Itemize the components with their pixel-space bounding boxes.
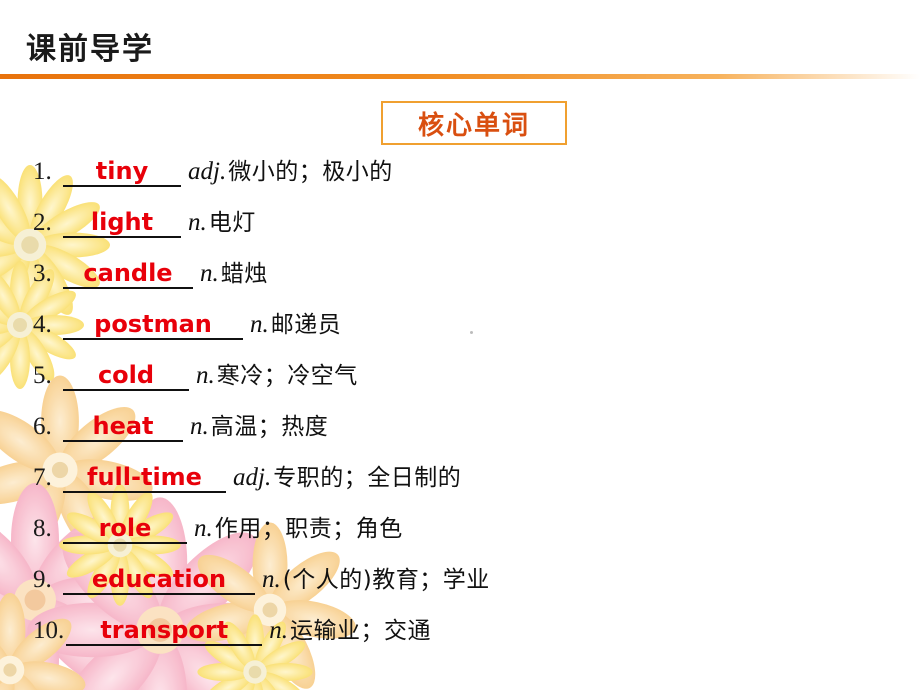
word-meaning: (个人的)教育；学业 [282, 567, 490, 593]
word-meaning: 高温；热度 [210, 414, 329, 440]
word-row: 5. cold n. 寒冷；冷空气 [0, 356, 920, 407]
part-of-speech: n. [190, 413, 209, 440]
word-number: 10. [33, 617, 65, 644]
part-of-speech: n. [194, 515, 213, 542]
word-row: 10. transport n. 运输业；交通 [0, 611, 920, 662]
word-row: 1. tiny adj. 微小的；极小的 [0, 152, 920, 203]
answer-blank: heat [63, 413, 183, 443]
page-header: 课前导学 [0, 0, 920, 82]
word-number: 9. [33, 566, 52, 593]
part-of-speech: adj. [233, 464, 272, 491]
word-meaning: 电灯 [208, 210, 256, 236]
word-row: 6. heat n. 高温；热度 [0, 407, 920, 458]
word-row: 9. education n. (个人的)教育；学业 [0, 560, 920, 611]
part-of-speech: n. [200, 260, 219, 287]
answer-blank: postman [63, 311, 243, 341]
section-badge-label: 核心单词 [417, 110, 530, 141]
header-divider [0, 74, 920, 79]
answer-blank: role [63, 515, 187, 545]
answer-blank: education [63, 566, 255, 596]
answer-blank: cold [63, 362, 189, 392]
answer-blank: full-time [63, 464, 226, 494]
word-number: 7. [33, 464, 52, 491]
part-of-speech: adj. [188, 158, 227, 185]
page-title: 课前导学 [26, 32, 154, 67]
stray-dot-mark [470, 331, 473, 334]
word-number: 1. [33, 158, 52, 185]
word-meaning: 蜡烛 [220, 261, 268, 287]
part-of-speech: n. [250, 311, 269, 338]
part-of-speech: n. [188, 209, 207, 236]
word-number: 8. [33, 515, 52, 542]
word-number: 6. [33, 413, 52, 440]
word-row: 2. light n. 电灯 [0, 203, 920, 254]
word-row: 8. role n. 作用；职责；角色 [0, 509, 920, 560]
word-meaning: 邮递员 [270, 312, 342, 338]
section-badge: 核心单词 [381, 101, 567, 145]
part-of-speech: n. [269, 617, 288, 644]
word-meaning: 寒冷；冷空气 [216, 363, 358, 389]
word-row: 7. full-time adj. 专职的；全日制的 [0, 458, 920, 509]
word-number: 4. [33, 311, 52, 338]
word-meaning: 作用；职责；角色 [214, 516, 403, 542]
answer-blank: transport [66, 617, 263, 647]
word-meaning: 运输业；交通 [290, 618, 431, 644]
word-meaning: 专职的；全日制的 [273, 465, 462, 491]
word-meaning: 微小的；极小的 [228, 159, 393, 185]
word-number: 2. [33, 209, 52, 236]
answer-blank: candle [63, 260, 193, 290]
word-number: 5. [33, 362, 52, 389]
word-row: 3. candle n. 蜡烛 [0, 254, 920, 305]
part-of-speech: n. [262, 566, 281, 593]
word-list: 1. tiny adj. 微小的；极小的 2. light n. 电灯 3. candle n. 蜡烛… [0, 152, 920, 662]
answer-blank: tiny [63, 158, 181, 188]
answer-blank: light [63, 209, 181, 239]
word-row: 4. postman n. 邮递员 [0, 305, 920, 356]
part-of-speech: n. [196, 362, 215, 389]
word-number: 3. [33, 260, 52, 287]
